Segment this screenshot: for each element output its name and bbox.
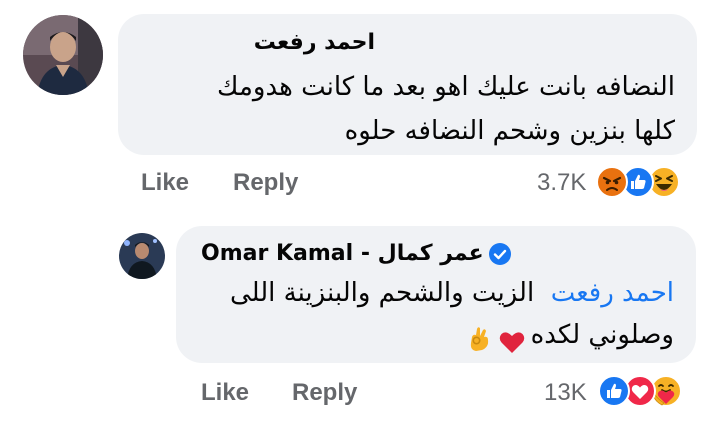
comment-text-line-1: النضافه بانت عليك اهو بعد ما كانت هدومك xyxy=(217,72,675,102)
comment-like-button[interactable]: Like xyxy=(141,169,189,197)
commenter-name[interactable]: احمد رفعت xyxy=(254,30,375,55)
comment-reply-button[interactable]: Reply xyxy=(233,169,298,197)
mention-link[interactable]: احمد رفعت xyxy=(551,278,674,308)
comment-text-line-2: كلها بنزين وشحم النضافه حلوه xyxy=(344,116,675,146)
angry-icon xyxy=(596,166,628,198)
reply-bubble: Omar Kamal - عمر كمال احمد رفعت الزيت وا… xyxy=(176,226,696,363)
comment-reactions[interactable] xyxy=(596,166,696,198)
commenter-avatar[interactable] xyxy=(23,15,103,95)
red-heart-icon xyxy=(499,323,525,353)
reply-text-line-1: احمد رفعت الزيت والشحم والبنزينة اللى xyxy=(230,270,674,316)
replier-name-latin: Omar Kamal xyxy=(201,241,354,266)
replier-avatar[interactable] xyxy=(119,233,165,279)
replier-name-arabic: عمر كمال xyxy=(377,241,484,266)
reply-like-button[interactable]: Like xyxy=(201,379,249,407)
like-icon xyxy=(598,375,630,407)
reply-reaction-count[interactable]: 13K xyxy=(544,379,587,407)
reply-text-line-2-body: وصلوني لكده xyxy=(530,320,674,350)
reply-text-line-2: وصلوني لكده xyxy=(467,312,674,358)
comment-bubble: احمد رفعت النضافه بانت عليك اهو بعد ما ك… xyxy=(118,14,697,155)
reply-reactions[interactable] xyxy=(598,375,698,407)
verified-badge-icon xyxy=(488,242,512,266)
reply-text-line-1-body: الزيت والشحم والبنزينة اللى xyxy=(229,278,535,308)
ok-hand-icon xyxy=(467,321,493,351)
reply-reply-button[interactable]: Reply xyxy=(292,379,357,407)
replier-name-separator: - xyxy=(353,241,378,266)
comment-reaction-count[interactable]: 3.7K xyxy=(537,169,586,197)
replier-name[interactable]: Omar Kamal - عمر كمال xyxy=(201,241,484,266)
